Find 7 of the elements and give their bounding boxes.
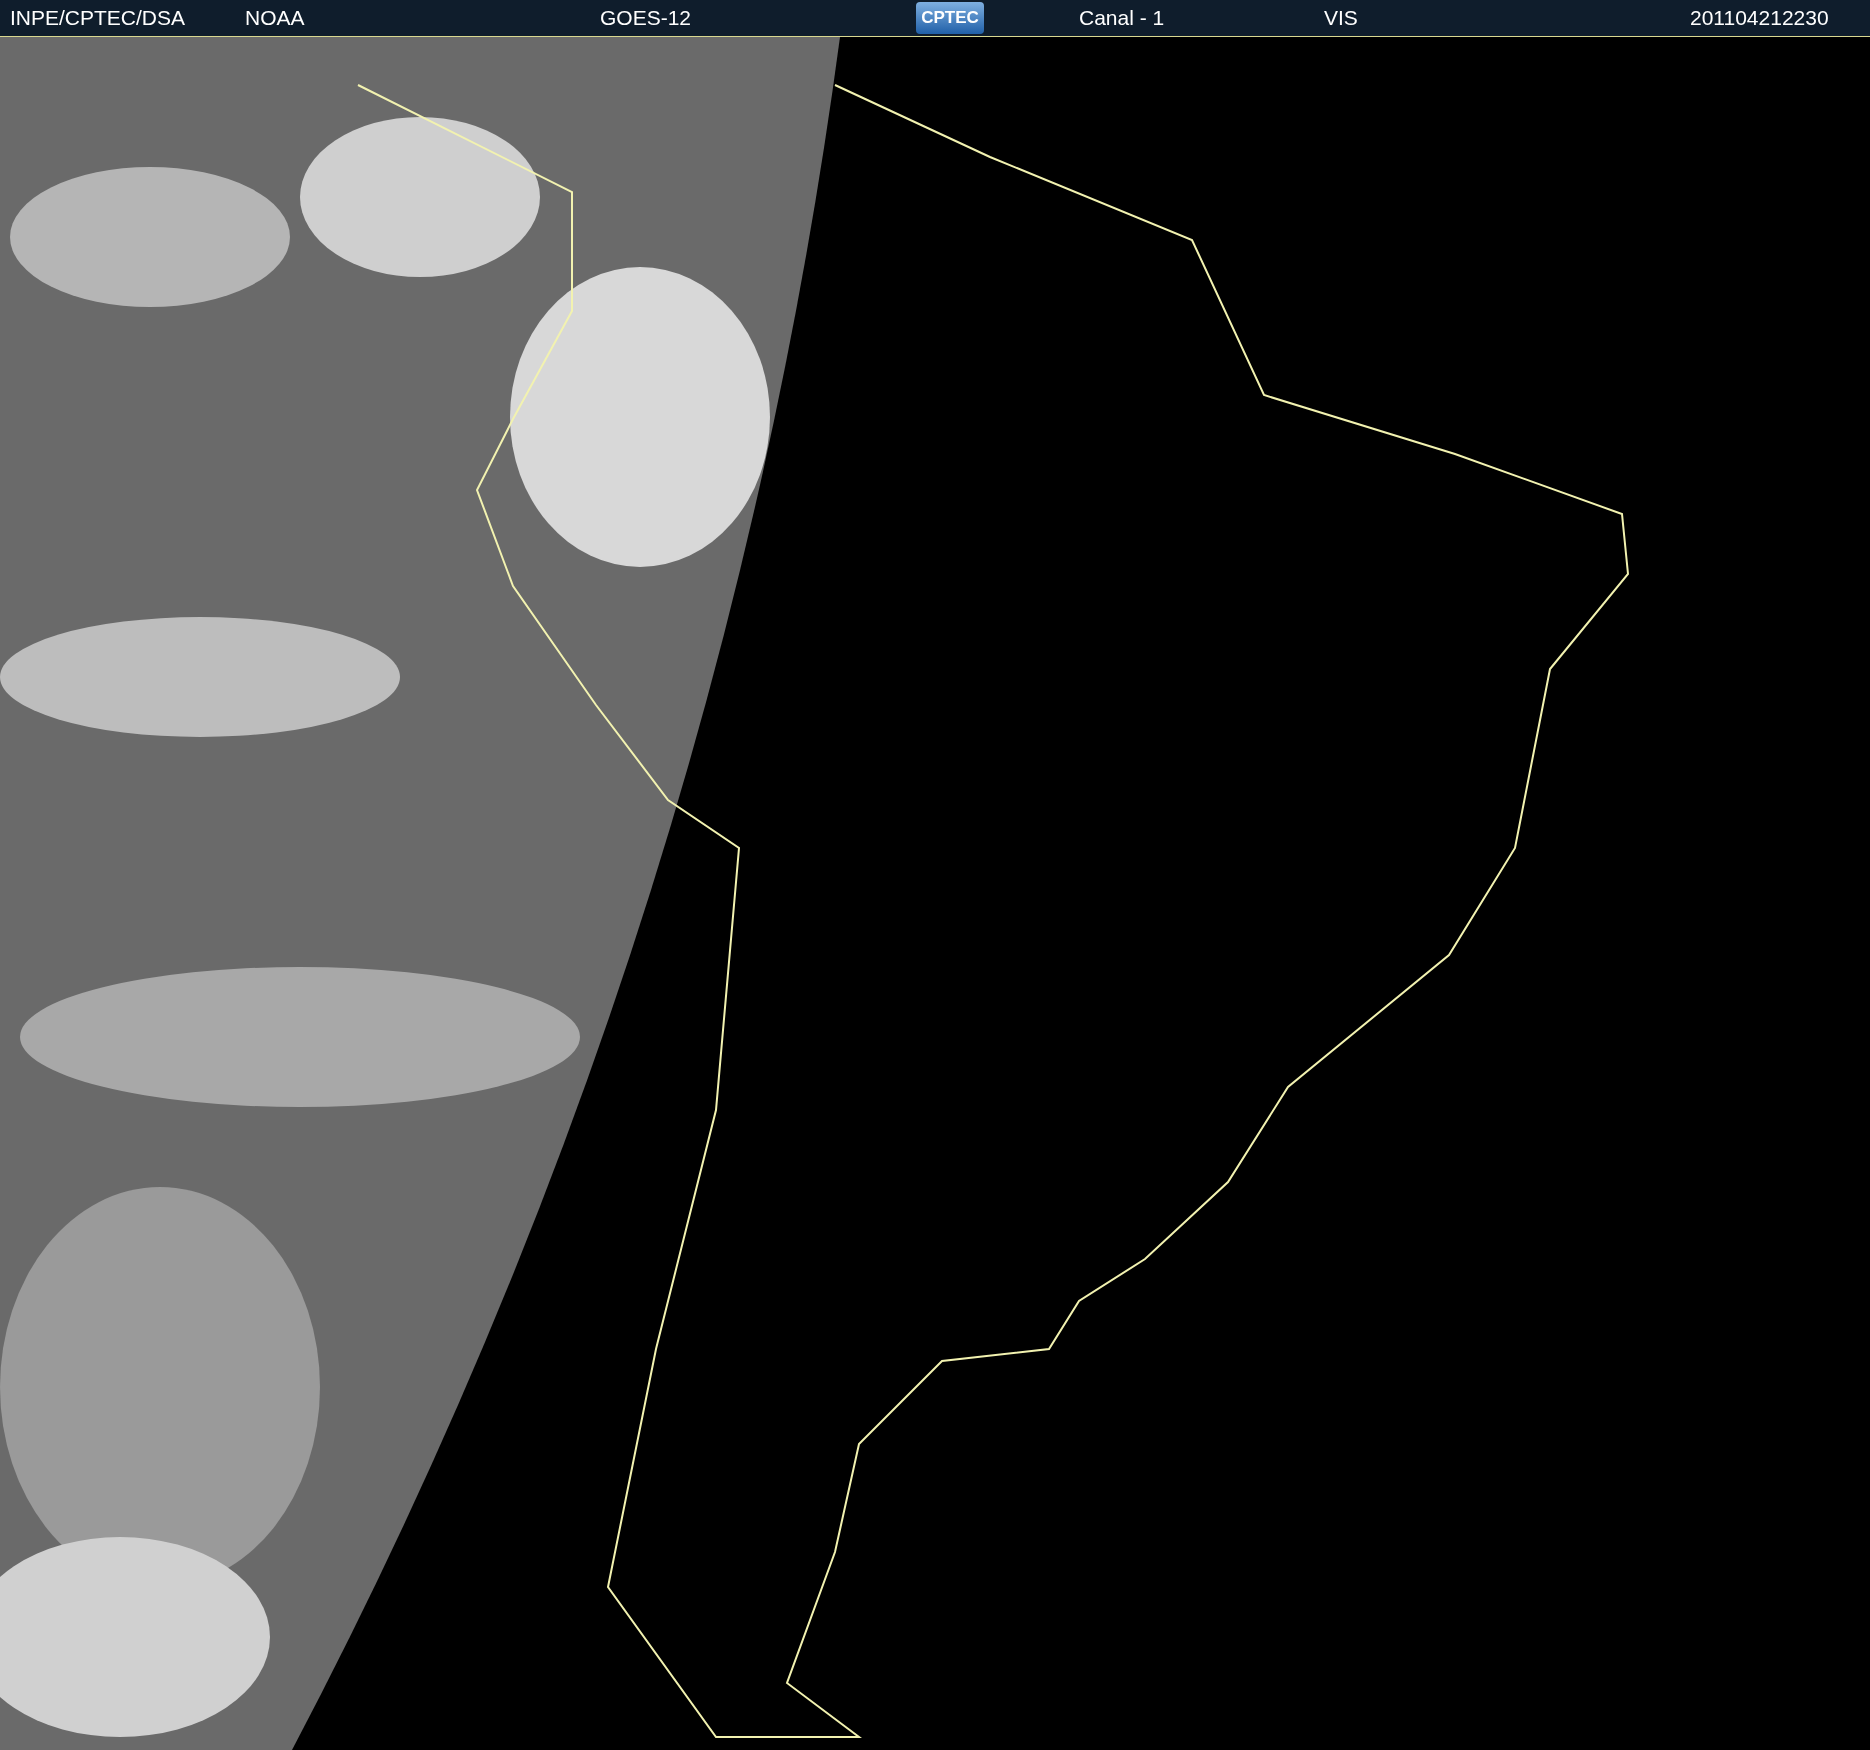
logo: CPTEC: [916, 2, 984, 34]
channel-label: Canal - 1: [1079, 6, 1165, 30]
source-label: INPE/CPTEC/DSA: [10, 6, 186, 30]
agency-label: NOAA: [245, 6, 305, 30]
satellite-label: GOES-12: [600, 6, 692, 30]
band-label: VIS: [1324, 6, 1358, 30]
timestamp-label: 201104212230: [1690, 6, 1829, 30]
